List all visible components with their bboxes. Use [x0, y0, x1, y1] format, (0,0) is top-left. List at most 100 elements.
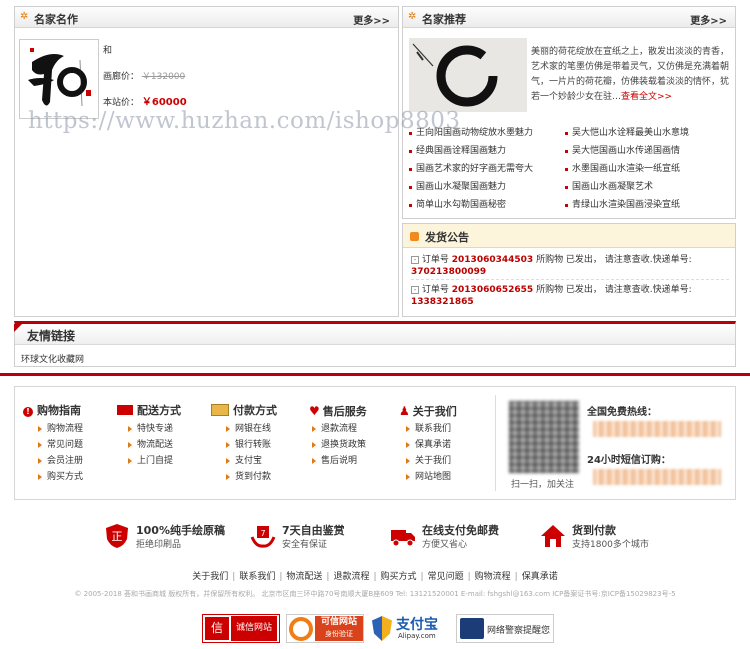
credit-icon: 信	[205, 617, 229, 640]
footer-link[interactable]: 关于我们	[405, 453, 457, 469]
article-link[interactable]: 简单山水勾勒国画秘密	[416, 200, 506, 210]
feature-subtitle: 方便又省心	[422, 540, 468, 550]
article-link[interactable]: 青绿山水渲染国画浸染宣纸	[572, 200, 680, 210]
footer-col-title: 配送方式	[117, 403, 181, 419]
expand-icon[interactable]: -	[411, 286, 419, 294]
bottom-nav-link[interactable]: 购物流程	[475, 572, 511, 582]
tracking-number: 1338321865	[411, 297, 474, 307]
user-icon: ♟	[399, 404, 410, 418]
shield-icon	[372, 616, 392, 641]
footer-link[interactable]: 常见问题	[37, 437, 83, 453]
view-all-link[interactable]: 查看全文>>	[621, 92, 672, 102]
list-item[interactable]: 国画山水凝聚国画魅力	[407, 178, 567, 196]
bottom-nav-link[interactable]: 关于我们	[192, 572, 228, 582]
footer-vertical-divider	[495, 395, 496, 491]
footer-link[interactable]: 货到付款	[225, 469, 277, 485]
bottom-nav-link[interactable]: 保真承诺	[522, 572, 558, 582]
shipping-panel: 发货公告 - 订单号 2013060344503 所购物 已发出， 请注意查收.…	[402, 223, 736, 317]
list-item[interactable]: 吴大恺国画山水传递国画情	[563, 142, 733, 160]
footer-link[interactable]: 银行转账	[225, 437, 277, 453]
gallery-price-label: 画廊价：	[103, 72, 140, 82]
site-price-row: 本站价： ￥60000	[103, 93, 187, 108]
bottom-nav-link[interactable]: 常见问题	[428, 572, 464, 582]
footer-link[interactable]: 购买方式	[37, 469, 83, 485]
list-item[interactable]: 青绿山水渲染国画浸染宣纸	[563, 196, 733, 214]
footer-link[interactable]: 网银在线	[225, 421, 277, 437]
list-item[interactable]: 王向阳国画动物绽放水墨魅力	[407, 124, 567, 142]
article-link[interactable]: 吴大恺山水诠释最美山水意境	[572, 128, 689, 138]
footer-link[interactable]: 保真承诺	[405, 437, 457, 453]
recommend-image[interactable]	[409, 38, 527, 112]
order-label: 订单号	[421, 255, 449, 265]
list-item[interactable]: 经典国画诠释国画魅力	[407, 142, 567, 160]
article-link[interactable]: 经典国画诠释国画魅力	[416, 146, 506, 156]
footer-link[interactable]: 上门自提	[127, 453, 181, 469]
list-item[interactable]: 国画艺术家的好字画无需夸大	[407, 160, 567, 178]
famous-works-more-link[interactable]: 更多>>	[353, 12, 390, 27]
footer-link[interactable]: 会员注册	[37, 453, 83, 469]
footer-col-title: ♟ 关于我们	[399, 404, 457, 418]
footer-link[interactable]: 特快专递	[127, 421, 181, 437]
famous-works-title: 名家名作	[34, 13, 78, 26]
footer-link[interactable]: 售后说明	[311, 453, 367, 469]
expand-icon[interactable]: -	[411, 256, 419, 264]
bottom-nav-link[interactable]: 物流配送	[286, 572, 322, 582]
order-number: 2013060344503	[451, 255, 534, 265]
footer-link[interactable]: 物流配送	[127, 437, 181, 453]
site-price-value: ￥60000	[141, 97, 187, 108]
product-thumbnail[interactable]	[19, 39, 99, 119]
list-item[interactable]: 简单山水勾勒国画秘密	[407, 196, 567, 214]
list-item[interactable]: 国画山水画凝聚艺术	[563, 178, 733, 196]
footer-link[interactable]: 联系我们	[405, 421, 457, 437]
badge-subtext: Alipay.com	[398, 632, 436, 640]
footer-link[interactable]: 退款流程	[311, 421, 367, 437]
article-link[interactable]: 吴大恺国画山水传递国画情	[572, 146, 680, 156]
hands-icon: 7	[250, 526, 276, 548]
bottom-nav-link[interactable]: 联系我们	[239, 572, 275, 582]
footer-link[interactable]: 购物流程	[37, 421, 83, 437]
truck-icon	[391, 530, 415, 547]
article-link[interactable]: 国画山水画凝聚艺术	[572, 182, 653, 192]
badge-text: 可信网站	[320, 617, 357, 627]
hotline-number	[593, 421, 721, 437]
rss-icon	[410, 232, 419, 241]
shipping-header: 发货公告	[403, 224, 735, 248]
footer-link[interactable]: 支付宝	[225, 453, 277, 469]
footer-link[interactable]: 网站地图	[405, 469, 457, 485]
svg-text:7: 7	[260, 529, 265, 538]
red-corner	[14, 324, 22, 332]
order-label: 订单号	[421, 285, 449, 295]
feature-title: 100%纯手绘原稿	[136, 524, 225, 537]
badge-credit[interactable]: 信 诚信网站	[202, 614, 280, 643]
friend-link[interactable]: 环球文化收藏网	[21, 352, 84, 365]
article-link[interactable]: 国画艺术家的好字画无需夸大	[416, 164, 533, 174]
qr-code[interactable]	[509, 401, 579, 473]
badge-alipay[interactable]: 支付宝 Alipay.com	[370, 614, 448, 643]
list-item[interactable]: 水墨国画山水渲染一纸宣纸	[563, 160, 733, 178]
badge-trusted[interactable]: 可信网站 身份验证	[286, 614, 364, 643]
recommend-title: 名家推荐	[422, 13, 466, 26]
article-link[interactable]: 王向阳国画动物绽放水墨魅力	[416, 128, 533, 138]
recommend-more-link[interactable]: 更多>>	[690, 12, 727, 27]
bottom-nav: 关于我们 | 联系我们 | 物流配送 | 退款流程 | 购买方式 | 常见问题 | 购物流程 | 保真承诺	[192, 572, 558, 582]
article-link[interactable]: 水墨国画山水渲染一纸宣纸	[572, 164, 680, 174]
snowflake-icon: ✲	[408, 11, 417, 22]
footer-col-delivery: 配送方式 特快专递 物流配送 上门自提	[117, 403, 181, 469]
order-number: 2013060652655	[451, 285, 534, 295]
feature-subtitle: 拒绝印刷品	[136, 540, 182, 550]
badge-text: 网络警察提醒您	[487, 626, 551, 636]
footer-link[interactable]: 退换货政策	[311, 437, 367, 453]
famous-works-panel: ✲ 名家名作 更多>> 和 画廊价： ￥132000 本站价： ￥60000	[14, 6, 399, 317]
badge-police[interactable]: 网络警察提醒您	[456, 614, 554, 643]
list-item[interactable]: 吴大恺山水诠释最美山水意境	[563, 124, 733, 142]
bottom-nav-link[interactable]: 退款流程	[333, 572, 369, 582]
article-link[interactable]: 国画山水凝聚国画魅力	[416, 182, 506, 192]
bottom-nav-link[interactable]: 购买方式	[381, 572, 417, 582]
heart-icon: ♥	[309, 404, 320, 418]
footer-col-guide: ! 购物指南 购物流程 常见问题 会员注册 购买方式	[23, 403, 83, 485]
feature-subtitle: 支持1800多个城市	[572, 540, 649, 550]
home-icon	[541, 525, 565, 547]
badge-text: 诚信网站	[231, 616, 277, 641]
product-name[interactable]: 和	[103, 43, 112, 56]
shipping-notice: - 订单号 2013060652655 所购物 已发出， 请注意查收.快递单号:…	[411, 284, 731, 308]
